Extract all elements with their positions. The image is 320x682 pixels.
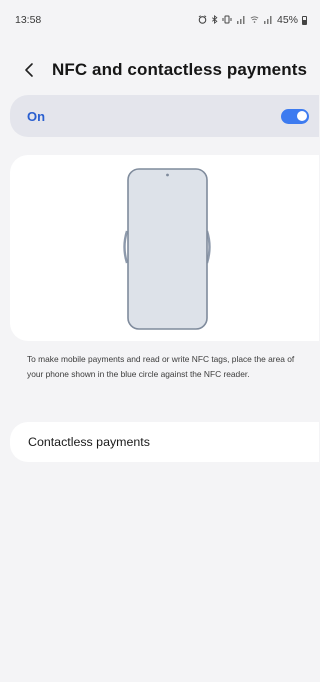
battery-icon xyxy=(302,15,307,25)
phone-illustration xyxy=(123,168,211,330)
page-header: NFC and contactless payments xyxy=(0,54,319,86)
phone-side-button-left xyxy=(123,230,129,264)
toggle-label: On xyxy=(27,108,46,124)
signal-icon xyxy=(263,15,273,26)
page-title: NFC and contactless payments xyxy=(52,60,308,79)
nfc-settings-screen: 13:58 45% NFC and contactless payments O… xyxy=(0,0,319,682)
bluetooth-icon xyxy=(211,14,218,26)
nfc-toggle-row[interactable]: On xyxy=(10,95,319,137)
contactless-payments-item[interactable]: Contactless payments xyxy=(10,422,319,462)
battery-percent: 45% xyxy=(276,14,298,26)
nfc-description-text: To make mobile payments and read or writ… xyxy=(27,354,295,379)
vibrate-icon xyxy=(222,15,232,26)
contactless-payments-label: Contactless payments xyxy=(28,435,150,449)
nfc-toggle-switch[interactable] xyxy=(281,108,309,124)
status-icons: 45% xyxy=(198,14,307,26)
alarm-icon xyxy=(198,14,207,26)
status-time: 13:58 xyxy=(15,14,42,26)
nfc-illustration-card xyxy=(10,155,319,341)
toggle-knob xyxy=(296,111,307,121)
signal-icon xyxy=(236,15,246,26)
back-icon[interactable] xyxy=(24,58,42,82)
phone-body xyxy=(127,168,208,330)
status-bar: 13:58 45% xyxy=(0,0,319,40)
phone-camera-dot xyxy=(166,173,169,177)
wifi-icon xyxy=(250,15,259,26)
